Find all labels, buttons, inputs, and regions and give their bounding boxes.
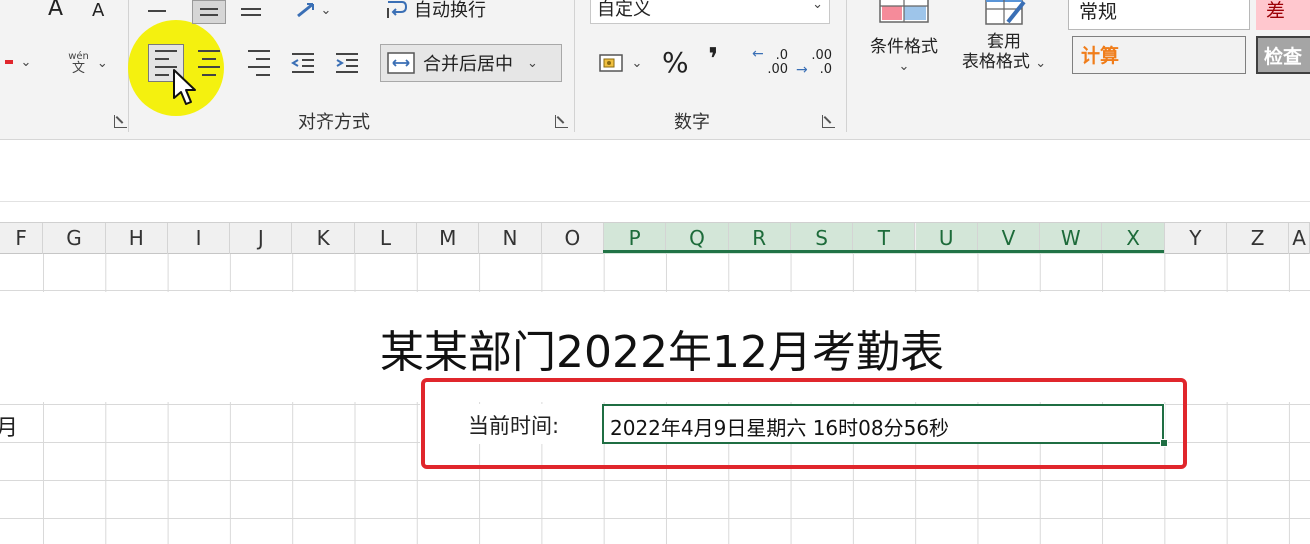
conditional-format-label: 条件格式	[870, 37, 938, 57]
decrease-indent-icon	[291, 53, 314, 73]
group-separator	[574, 0, 575, 132]
column-header-f[interactable]: F	[0, 223, 44, 254]
number-dialog-launcher-icon[interactable]	[822, 115, 835, 128]
accounting-format-button[interactable]: ⌄	[592, 46, 648, 80]
orientation-icon	[296, 2, 314, 18]
font-shrink-button[interactable]: A	[92, 0, 104, 21]
increase-indent-icon	[336, 53, 358, 73]
column-header-m[interactable]: M	[417, 223, 480, 254]
style-calc-cell[interactable]: 计算	[1072, 36, 1246, 74]
font-dialog-launcher-icon[interactable]	[114, 115, 127, 128]
chevron-down-icon: ⌄	[631, 55, 643, 71]
column-header-n[interactable]: N	[479, 223, 542, 254]
arrow-left-icon: ←	[752, 46, 764, 62]
column-header-h[interactable]: H	[106, 223, 168, 254]
accounting-icon	[598, 54, 623, 72]
increase-decimal-button[interactable]: .0 .00 ←	[752, 44, 788, 82]
align-middle-button[interactable]	[192, 0, 226, 24]
number-format-value: 自定义	[597, 0, 651, 20]
left-partial-cell[interactable]: 月	[0, 410, 18, 442]
merge-center-icon	[387, 52, 415, 74]
alignment-group-label: 对齐方式	[298, 112, 370, 133]
column-header-a[interactable]: A	[1289, 223, 1310, 254]
chevron-down-icon: ⌄	[527, 55, 538, 71]
format-as-table-label-2: 表格格式	[961, 52, 1030, 72]
decrease-indent-button[interactable]	[288, 46, 318, 80]
chevron-down-icon: ⌄	[812, 0, 823, 12]
font-color-button[interactable]: ⌄	[0, 52, 36, 72]
column-header-j[interactable]: J	[230, 223, 293, 254]
orientation-button[interactable]: ⌄	[288, 0, 338, 24]
group-separator	[846, 0, 847, 132]
conditional-format-button[interactable]: 条件格式 ⌄	[858, 0, 950, 90]
style-check-cell[interactable]: 检查	[1256, 36, 1310, 74]
wrap-text-button[interactable]: 自动换行	[384, 0, 514, 24]
arrow-right-icon: →	[796, 62, 808, 78]
font-color-icon	[4, 60, 13, 64]
style-bad-cell[interactable]: 差	[1256, 0, 1310, 30]
column-header-i[interactable]: I	[168, 223, 231, 254]
column-header-g[interactable]: G	[43, 223, 106, 254]
column-header-y[interactable]: Y	[1165, 223, 1227, 254]
merge-center-label: 合并后居中	[423, 54, 513, 75]
ribbon: A A ⌄ wén 文 ⌄ ⌄ 自动换行 合并后居中 ⌄ 对齐方式 自定义 ⌄ …	[0, 0, 1310, 140]
column-header-o[interactable]: O	[542, 223, 604, 254]
comma-style-button[interactable]: ❜	[708, 42, 718, 77]
align-bottom-button[interactable]	[234, 0, 268, 24]
merge-center-button[interactable]: 合并后居中 ⌄	[380, 44, 562, 82]
formula-bar-area	[0, 156, 1310, 202]
decrease-decimal-button[interactable]: .00 .0 →	[796, 44, 832, 82]
conditional-format-icon	[879, 0, 929, 23]
phonetic-guide-button[interactable]: wén 文 ⌄	[60, 46, 116, 80]
font-grow-button[interactable]: A	[48, 0, 63, 21]
format-as-table-button[interactable]: 套用 表格格式 ⌄	[950, 0, 1058, 90]
increase-indent-button[interactable]	[332, 46, 362, 80]
sheet-title[interactable]: 某某部门2022年12月考勤表	[380, 316, 944, 380]
column-header-k[interactable]: K	[293, 223, 355, 254]
number-group-label: 数字	[674, 112, 710, 133]
percent-style-button[interactable]: %	[662, 46, 689, 79]
format-as-table-label-1: 套用	[987, 32, 1021, 52]
selection-underline	[603, 250, 1164, 253]
align-top-button[interactable]	[142, 0, 172, 22]
column-header-z[interactable]: Z	[1227, 223, 1290, 254]
chevron-down-icon: ⌄	[320, 2, 332, 18]
align-right-button[interactable]	[236, 46, 270, 80]
alignment-dialog-launcher-icon[interactable]	[555, 115, 568, 128]
style-normal-cell[interactable]: 常规	[1068, 0, 1250, 30]
chevron-down-icon: ⌄	[898, 59, 910, 74]
format-as-table-icon	[985, 0, 1026, 25]
chevron-down-icon: ⌄	[96, 55, 108, 71]
annotation-highlight-box	[421, 378, 1187, 469]
chevron-down-icon: ⌄	[20, 54, 32, 70]
phonetic-icon: wén 文	[68, 51, 89, 76]
wrap-text-label: 自动换行	[414, 0, 486, 21]
number-format-select[interactable]: 自定义 ⌄	[590, 0, 830, 24]
wrap-text-icon	[387, 1, 408, 18]
column-header-l[interactable]: L	[355, 223, 418, 254]
mouse-cursor-icon	[173, 69, 196, 105]
chevron-down-icon: ⌄	[1035, 56, 1047, 71]
